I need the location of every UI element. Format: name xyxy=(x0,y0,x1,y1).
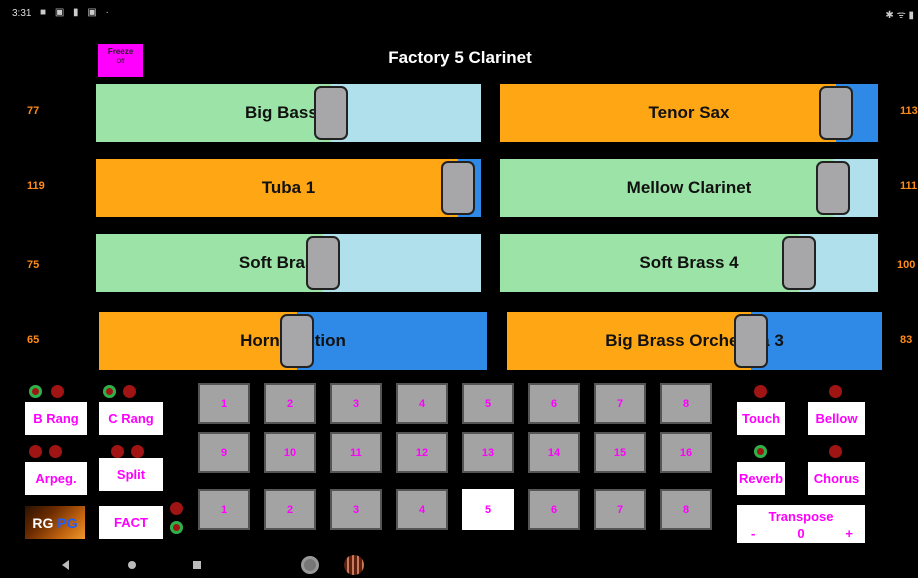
pad-row1-6[interactable]: 6 xyxy=(528,383,580,424)
pad-row2-7[interactable]: 15 xyxy=(594,432,646,473)
pad-row1-1[interactable]: 1 xyxy=(198,383,250,424)
freeze-state: Off xyxy=(116,59,125,65)
preset-pad-3[interactable]: 3 xyxy=(330,489,382,530)
pad-row1-8[interactable]: 8 xyxy=(660,383,712,424)
system-status-icons: ✱ ᯤ ▮ xyxy=(885,10,914,21)
preset-pad-7[interactable]: 7 xyxy=(594,489,646,530)
accordion-app-icon[interactable] xyxy=(344,555,364,575)
pad-row2-2[interactable]: 10 xyxy=(264,432,316,473)
arpeg-button[interactable]: Arpeg. xyxy=(25,462,87,495)
home-icon[interactable] xyxy=(128,561,136,569)
preset-pad-1[interactable]: 1 xyxy=(198,489,250,530)
camera-app-icon[interactable] xyxy=(301,556,319,574)
slider-level-8: 83 xyxy=(900,334,913,346)
pad-row1-5[interactable]: 5 xyxy=(462,383,514,424)
b-rang-button[interactable]: B Rang xyxy=(25,402,87,435)
slider-handle[interactable] xyxy=(734,314,768,368)
rg-pg-toggle[interactable]: RG PG xyxy=(25,506,85,539)
transpose-label: Transpose xyxy=(768,509,834,524)
pad-row1-3[interactable]: 3 xyxy=(330,383,382,424)
slider-level-1: 77 xyxy=(27,105,40,117)
pad-row2-5[interactable]: 13 xyxy=(462,432,514,473)
pad-row2-1[interactable]: 9 xyxy=(198,432,250,473)
status-bar: 3:31 ■ ▣ ▮ ▣ · ✱ ᯤ ▮ xyxy=(0,0,918,28)
freeze-label: Freeze xyxy=(107,47,134,56)
transpose-up-button[interactable]: + xyxy=(845,526,853,541)
fact-button[interactable]: FACT xyxy=(99,506,163,539)
slider-handle[interactable] xyxy=(306,236,340,290)
b-rang-led-2 xyxy=(51,385,64,398)
register-slider-5[interactable]: Soft Brass 1 xyxy=(96,234,481,292)
fact-led-2 xyxy=(170,521,183,534)
c-rang-led-2 xyxy=(123,385,136,398)
pad-row2-4[interactable]: 12 xyxy=(396,432,448,473)
pad-row1-4[interactable]: 4 xyxy=(396,383,448,424)
recents-icon[interactable] xyxy=(193,561,201,569)
split-led-2 xyxy=(131,445,144,458)
rg-label: RG xyxy=(32,514,54,531)
touch-button[interactable]: Touch xyxy=(737,402,785,435)
preset-pad-5[interactable]: 5 xyxy=(462,489,514,530)
slider-handle[interactable] xyxy=(782,236,816,290)
chorus-led xyxy=(829,445,842,458)
register-slider-2[interactable]: Tenor Sax xyxy=(500,84,878,142)
status-time: 3:31 xyxy=(12,8,32,19)
pg-label: PG xyxy=(57,514,78,531)
fact-led-1 xyxy=(170,502,183,515)
arpeg-led-1 xyxy=(29,445,42,458)
split-led-1 xyxy=(111,445,124,458)
slider-name: Soft Brass 1 xyxy=(238,253,339,272)
notification-icons: ■ ▣ ▮ ▣ · xyxy=(40,7,112,18)
slider-handle[interactable] xyxy=(819,86,853,140)
slider-level-7: 65 xyxy=(27,334,40,346)
register-slider-3[interactable]: Tuba 1 xyxy=(96,159,481,217)
pad-row2-6[interactable]: 14 xyxy=(528,432,580,473)
slider-name: Tuba 1 xyxy=(261,178,316,197)
transpose-down-button[interactable]: - xyxy=(751,526,755,541)
transpose-control: Transpose - 0 + xyxy=(737,505,865,543)
preset-title: Factory 5 Clarinet xyxy=(388,48,532,67)
back-icon[interactable] xyxy=(62,560,69,570)
c-rang-button[interactable]: C Rang xyxy=(99,402,163,435)
slider-level-3: 119 xyxy=(27,180,45,192)
slider-level-5: 75 xyxy=(27,259,40,271)
preset-pad-4[interactable]: 4 xyxy=(396,489,448,530)
register-slider-1[interactable]: Big Bass 2 xyxy=(96,84,481,142)
android-nav-bar xyxy=(0,552,918,578)
register-slider-6[interactable]: Soft Brass 4 xyxy=(500,234,878,292)
slider-level-6: 100 xyxy=(897,259,916,271)
split-button[interactable]: Split xyxy=(99,458,163,491)
slider-level-4: 111 xyxy=(900,180,918,192)
pad-row2-8[interactable]: 16 xyxy=(660,432,712,473)
preset-pad-6[interactable]: 6 xyxy=(528,489,580,530)
freeze-button[interactable]: Freeze Off xyxy=(98,44,143,77)
slider-handle[interactable] xyxy=(280,314,314,368)
register-slider-8[interactable]: Big Brass Orchestra 3 xyxy=(507,312,882,370)
slider-handle[interactable] xyxy=(816,161,850,215)
preset-pad-8[interactable]: 8 xyxy=(660,489,712,530)
chorus-button[interactable]: Chorus xyxy=(808,462,865,495)
slider-level-2: 113 xyxy=(900,105,918,117)
slider-handle[interactable] xyxy=(314,86,348,140)
b-rang-led-1 xyxy=(29,385,42,398)
slider-name: Big Bass 2 xyxy=(245,103,332,122)
preset-pad-2[interactable]: 2 xyxy=(264,489,316,530)
touch-led xyxy=(754,385,767,398)
bellow-led xyxy=(829,385,842,398)
reverb-led xyxy=(754,445,767,458)
pad-row2-3[interactable]: 11 xyxy=(330,432,382,473)
pad-row1-7[interactable]: 7 xyxy=(594,383,646,424)
register-slider-7[interactable]: Horn Section xyxy=(99,312,487,370)
c-rang-led-1 xyxy=(103,385,116,398)
reverb-button[interactable]: Reverb xyxy=(737,462,785,495)
arpeg-led-2 xyxy=(49,445,62,458)
slider-handle[interactable] xyxy=(441,161,475,215)
register-slider-4[interactable]: Mellow Clarinet xyxy=(500,159,878,217)
bellow-button[interactable]: Bellow xyxy=(808,402,865,435)
slider-name: Big Brass Orchestra 3 xyxy=(605,331,784,350)
pad-row1-2[interactable]: 2 xyxy=(264,383,316,424)
slider-name: Soft Brass 4 xyxy=(639,253,739,272)
